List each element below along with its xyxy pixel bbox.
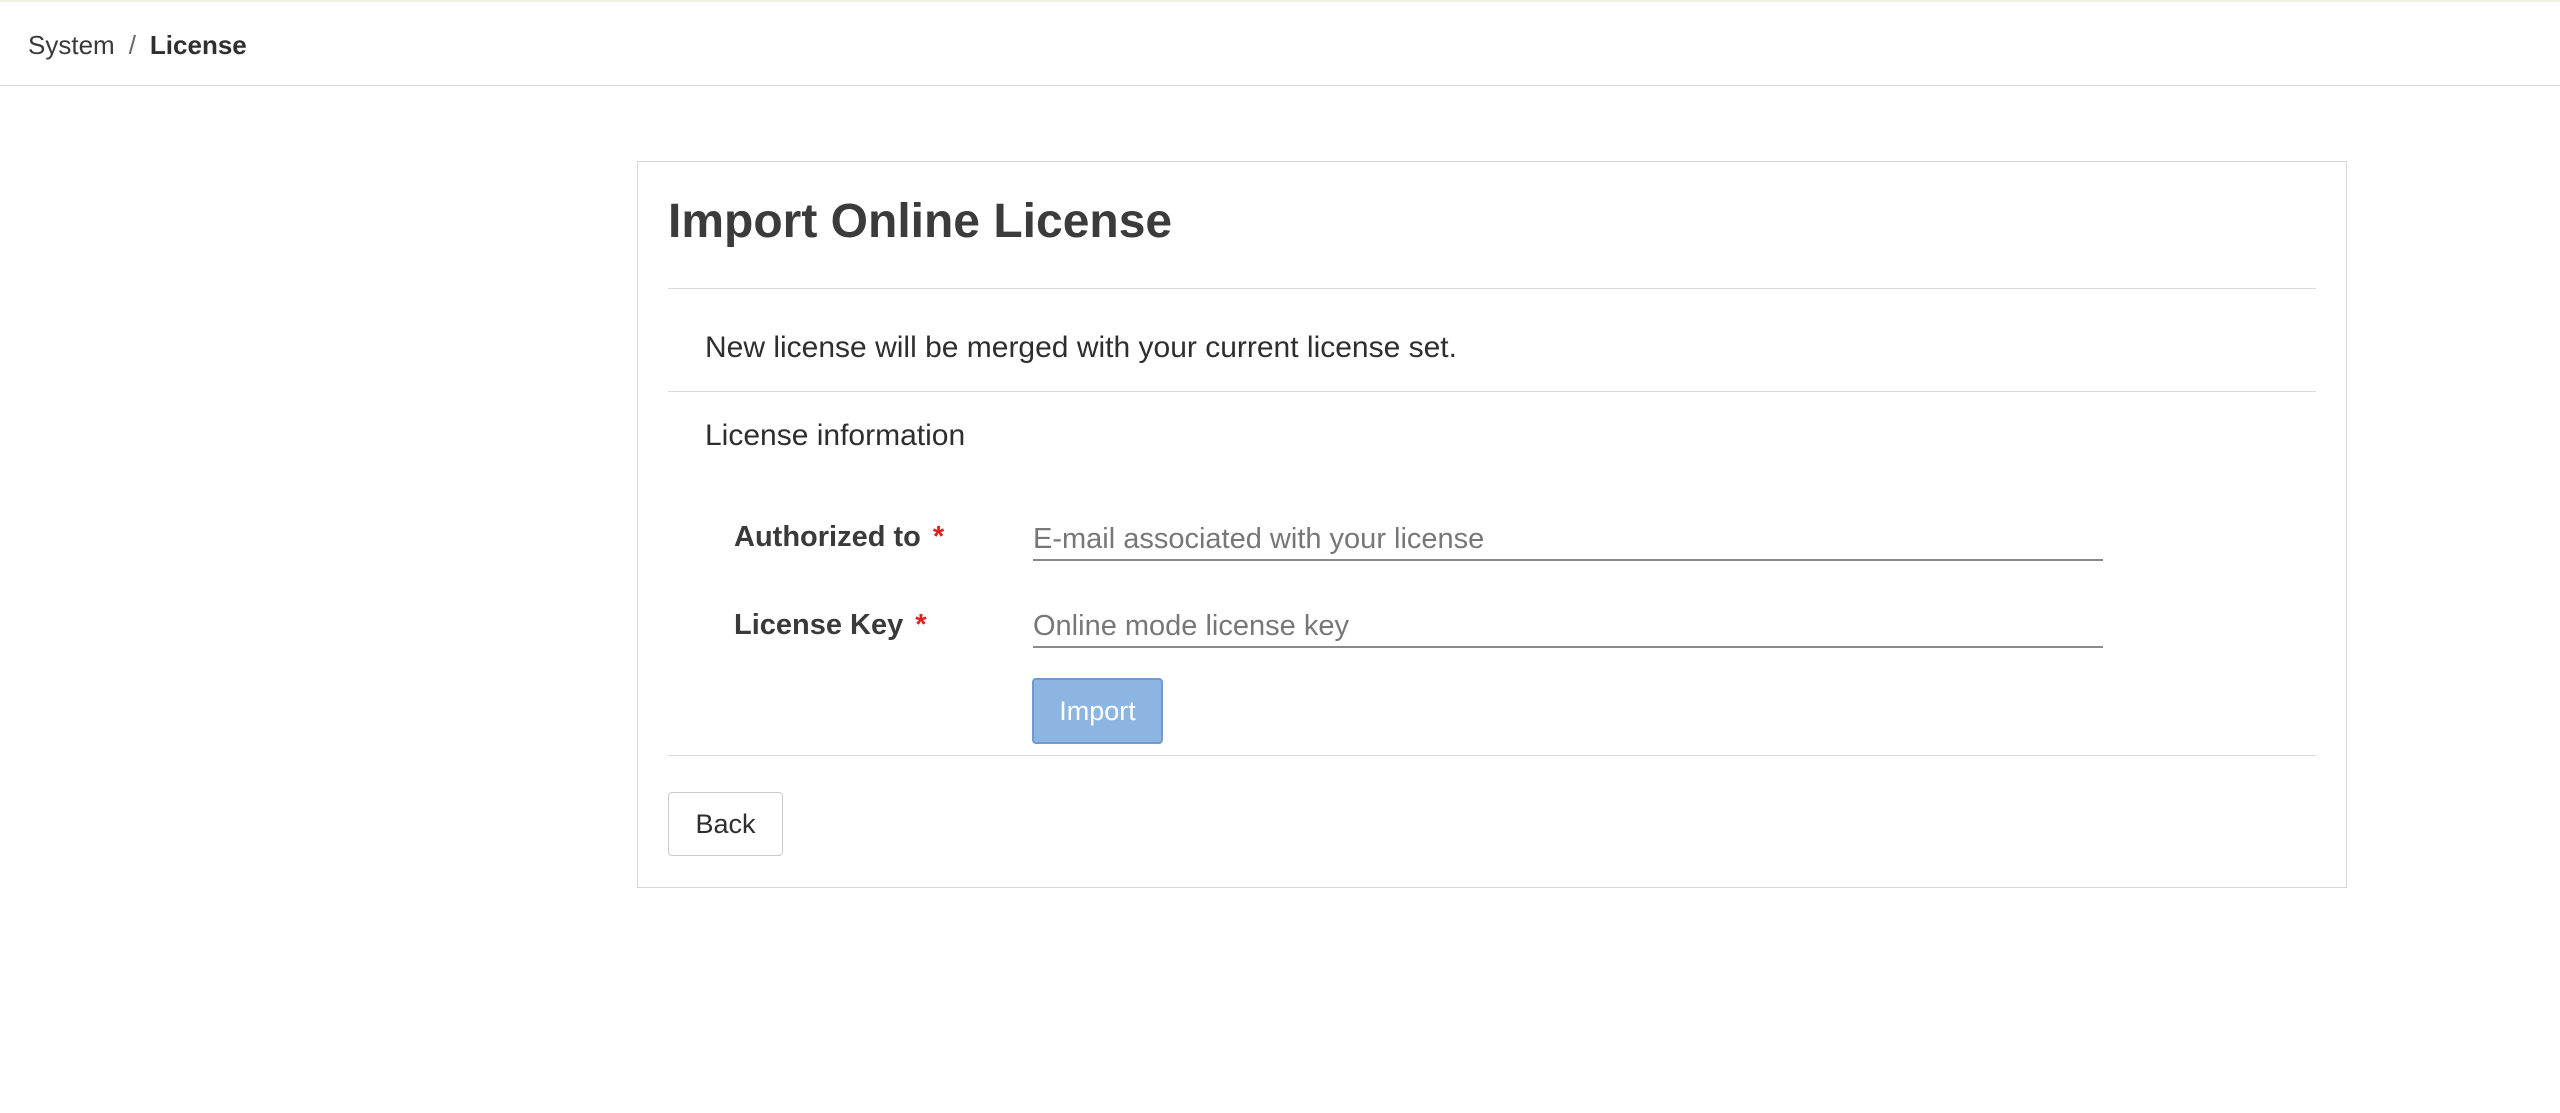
required-asterisk: *: [915, 609, 927, 641]
breadcrumb: System / License: [28, 28, 247, 62]
authorized-to-label: Authorized to *: [734, 517, 944, 557]
authorized-to-label-text: Authorized to: [734, 521, 921, 553]
breadcrumb-separator: /: [128, 30, 136, 60]
import-button[interactable]: Import: [1032, 678, 1163, 744]
section-label-license-information: License information: [705, 419, 966, 452]
breadcrumb-item-system[interactable]: System: [28, 30, 115, 60]
intro-divider: [668, 391, 2316, 392]
form-divider: [668, 755, 2316, 756]
required-asterisk: *: [932, 521, 945, 553]
import-license-panel: Import Online License New license will b…: [637, 161, 2347, 888]
top-bar: System / License: [0, 0, 2560, 86]
breadcrumb-item-license: License: [149, 30, 247, 60]
authorized-to-input[interactable]: [1033, 519, 2103, 561]
license-key-label-text: License Key: [734, 609, 904, 641]
license-key-input[interactable]: [1033, 606, 2103, 648]
title-divider: [668, 288, 2316, 289]
back-button[interactable]: Back: [668, 792, 783, 856]
intro-text: New license will be merged with your cur…: [705, 331, 1457, 364]
page-title: Import Online License: [668, 195, 1173, 248]
license-key-label: License Key *: [734, 605, 927, 645]
